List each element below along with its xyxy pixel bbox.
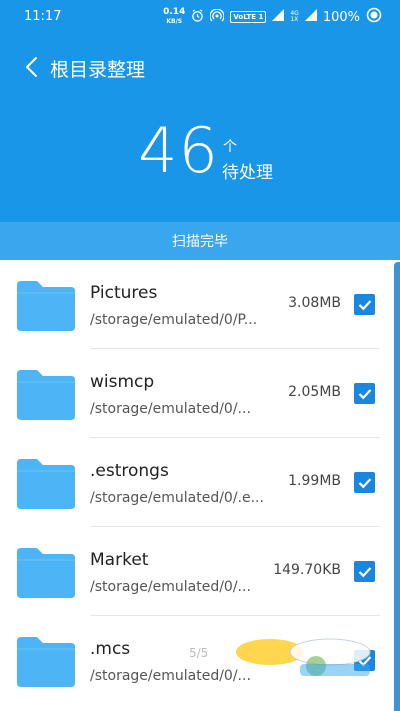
folder-name: .mcs — [90, 639, 131, 659]
page-indicator: 5/5 — [189, 646, 209, 660]
chevron-left-icon — [26, 57, 37, 77]
checkmark-icon — [358, 566, 371, 577]
network-type-bottom: 1X — [290, 16, 299, 23]
pending-unit: 个 — [223, 139, 237, 155]
alarm-icon — [191, 8, 204, 26]
app-bar: 根目录整理 — [0, 46, 400, 90]
folder-name: Pictures — [90, 283, 158, 303]
folder-checkbox[interactable] — [354, 294, 375, 315]
battery-icon — [366, 7, 382, 27]
folder-size: 3.08MB — [288, 295, 341, 311]
back-button[interactable] — [14, 50, 48, 84]
folder-row[interactable]: Pictures /storage/emulated/0/P... 3.08MB — [0, 260, 392, 349]
pending-count: 46 — [138, 114, 219, 187]
hotspot-icon — [209, 8, 225, 26]
folder-icon — [17, 370, 75, 420]
scan-status-text: 扫描完毕 — [172, 234, 228, 250]
folder-size: 2.05MB — [288, 384, 341, 400]
folder-name: wismcp — [90, 372, 155, 392]
folder-size: 1.99MB — [288, 473, 341, 489]
signal-icon — [272, 9, 285, 25]
pending-label: 待处理 — [222, 163, 273, 183]
network-speed: 0.14 KB/S — [163, 8, 185, 26]
folder-row[interactable]: Market /storage/emulated/0/... 149.70KB — [0, 527, 392, 616]
folder-path: /storage/emulated/0/... — [90, 401, 251, 417]
folder-path: /storage/emulated/0/... — [90, 579, 251, 595]
header-area: 11:17 0.14 KB/S VoLTE 1 4G 1X 100% 根目录整理… — [0, 0, 400, 260]
folder-row[interactable]: .estrongs /storage/emulated/0/.e... 1.99… — [0, 438, 392, 527]
folder-icon — [17, 459, 75, 509]
checkmark-icon — [358, 299, 371, 310]
folder-checkbox[interactable] — [354, 472, 375, 493]
pending-summary: 46 个 待处理 — [0, 116, 400, 196]
status-icons: 0.14 KB/S VoLTE 1 4G 1X 100% — [163, 6, 382, 28]
folder-name: .estrongs — [90, 461, 169, 481]
network-type: 4G 1X — [290, 11, 298, 23]
folder-checkbox[interactable] — [354, 383, 375, 404]
checkmark-icon — [358, 388, 371, 399]
network-speed-value: 0.14 — [163, 7, 186, 17]
status-bar: 11:17 0.14 KB/S VoLTE 1 4G 1X 100% — [0, 0, 400, 34]
status-time: 11:17 — [24, 9, 62, 24]
network-speed-unit: KB/S — [166, 18, 183, 25]
signal-icon-2 — [304, 9, 317, 25]
folder-path: /storage/emulated/0/.e... — [90, 490, 264, 506]
folder-path: /storage/emulated/0/P... — [90, 312, 258, 328]
folder-checkbox[interactable] — [354, 561, 375, 582]
battery-percent: 100% — [322, 9, 360, 25]
folder-icon — [17, 548, 75, 598]
checkmark-icon — [358, 477, 371, 488]
watermark-logo — [236, 638, 371, 676]
volte-badge: VoLTE 1 — [230, 11, 267, 23]
folder-size: 149.70KB — [273, 562, 341, 578]
folder-icon — [17, 281, 75, 331]
list-scrollbar[interactable] — [394, 262, 400, 711]
page-title: 根目录整理 — [50, 59, 146, 81]
folder-row[interactable]: wismcp /storage/emulated/0/... 2.05MB — [0, 349, 392, 438]
scan-status-bar: 扫描完毕 — [0, 222, 400, 260]
folder-icon — [17, 637, 75, 687]
folder-name: Market — [90, 550, 149, 570]
